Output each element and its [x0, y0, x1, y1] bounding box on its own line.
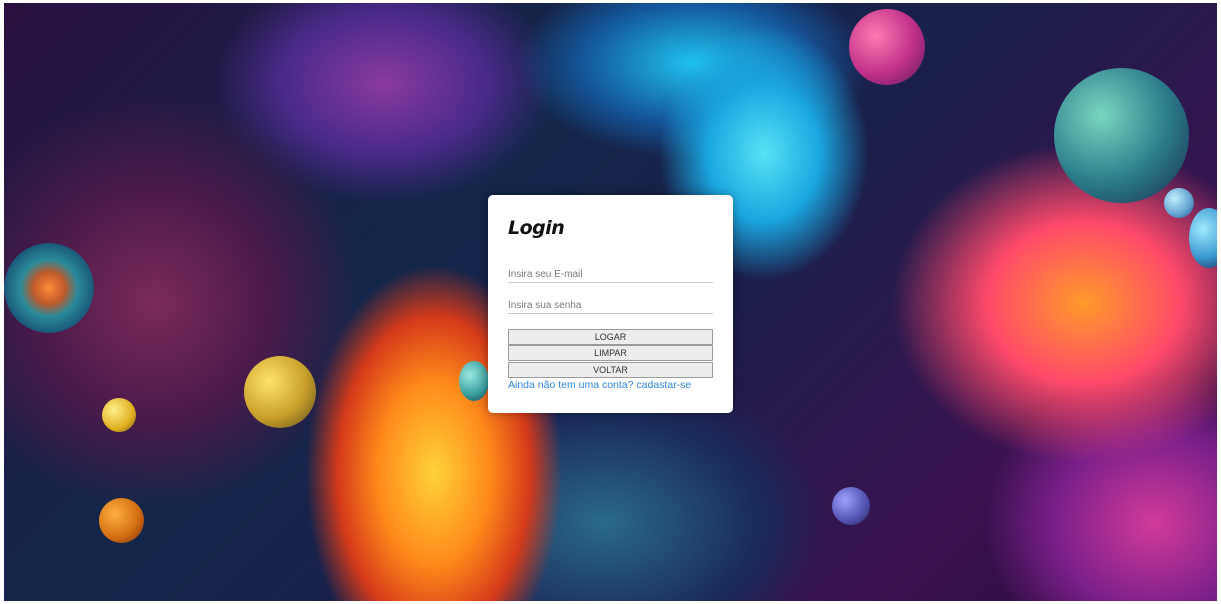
signup-link[interactable]: Ainda não tem uma conta? cadastar-se	[508, 379, 691, 391]
login-title: Login	[508, 217, 565, 239]
planet-decoration	[1189, 208, 1217, 268]
login-card: Login LOGAR LIMPAR VOLTAR Ainda não tem …	[488, 195, 733, 413]
planet-decoration	[849, 9, 925, 85]
planet-decoration	[1164, 188, 1194, 218]
planet-decoration	[4, 243, 94, 333]
planet-decoration	[832, 487, 870, 525]
planet-decoration	[99, 498, 144, 543]
planet-decoration	[459, 361, 489, 401]
planet-decoration	[244, 356, 316, 428]
clear-button[interactable]: LIMPAR	[508, 345, 713, 361]
email-input[interactable]	[508, 266, 713, 283]
login-button[interactable]: LOGAR	[508, 329, 713, 345]
password-input[interactable]	[508, 297, 713, 314]
back-button[interactable]: VOLTAR	[508, 362, 713, 378]
planet-decoration	[102, 398, 136, 432]
planet-decoration	[1054, 68, 1189, 203]
